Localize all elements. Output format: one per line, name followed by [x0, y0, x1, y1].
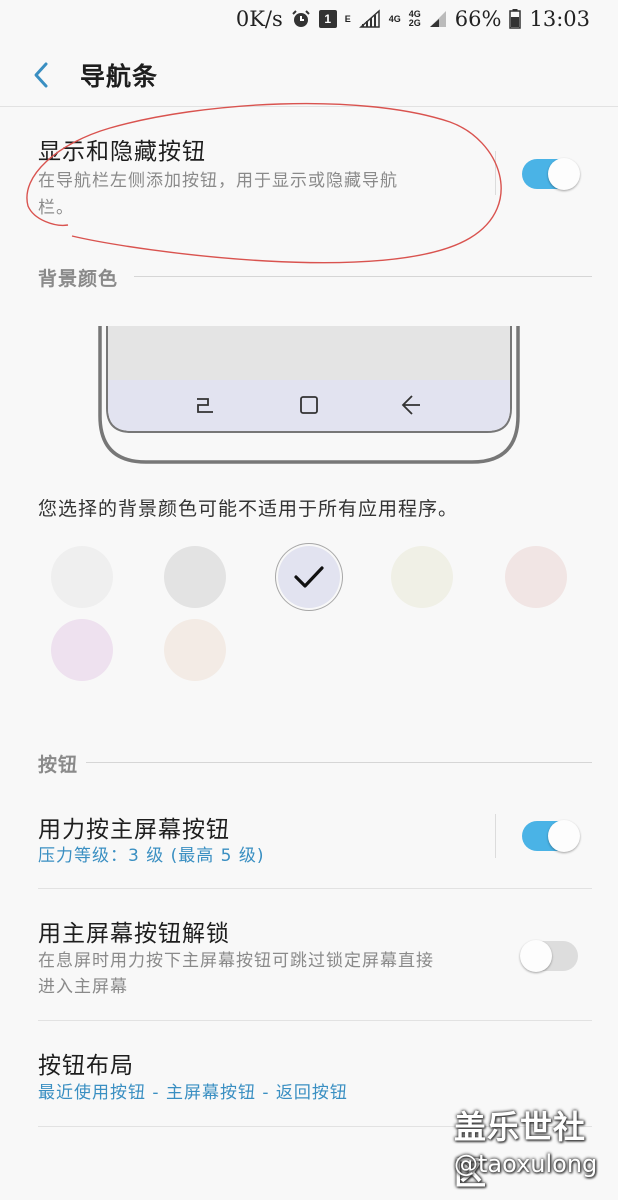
app-bar: 导航条 — [0, 44, 618, 106]
battery-percent: 66% — [454, 7, 502, 31]
section-divider — [86, 762, 592, 763]
unlock-subtitle-line2: 进入主屏幕 — [38, 977, 128, 997]
alarm-icon — [291, 9, 311, 29]
status-bar: 0K/s 1 E 4G 4G 2G 66% 13:03 — [0, 0, 618, 38]
button-layout-subtitle: 最近使用按钮 - 主屏幕按钮 - 返回按钮 — [38, 1083, 348, 1103]
show-hide-title: 显示和隐藏按钮 — [38, 139, 206, 165]
watermark-title: 盖乐世社区 — [454, 1108, 587, 1192]
section-divider — [134, 276, 592, 277]
press-home-toggle[interactable] — [522, 820, 580, 852]
battery-icon — [509, 9, 522, 29]
color-swatch-5[interactable] — [505, 546, 567, 608]
network-type-secondary-icon: 4G 2G — [408, 9, 421, 28]
toggle-knob — [520, 940, 552, 972]
background-color-note: 您选择的背景颜色可能不适用于所有应用程序。 — [38, 498, 459, 520]
background-color-header: 背景颜色 — [38, 268, 119, 290]
color-swatch-3[interactable] — [278, 546, 340, 608]
clock: 13:03 — [529, 7, 590, 31]
row-separator — [495, 151, 496, 195]
toggle-knob — [548, 820, 580, 852]
navbar-preview-image — [98, 326, 520, 464]
back-button[interactable] — [12, 45, 72, 105]
notification-badge-icon: 1 — [318, 10, 337, 28]
press-home-subtitle: 压力等级：3 级 (最高 5 级) — [38, 846, 265, 866]
color-swatch-2[interactable] — [164, 546, 226, 608]
press-home-button-row[interactable]: 用力按主屏幕按钮 压力等级：3 级 (最高 5 级) — [0, 790, 618, 888]
show-hide-toggle[interactable] — [522, 158, 580, 190]
buttons-section-header: 按钮 — [38, 754, 79, 776]
network-type-icon: 4G — [388, 13, 401, 24]
checkmark-icon — [294, 566, 324, 588]
show-hide-subtitle-line2: 栏。 — [38, 198, 74, 218]
network-speed: 0K/s — [235, 7, 283, 31]
show-hide-button-row[interactable]: 显示和隐藏按钮 在导航栏左侧添加按钮，用于显示或隐藏导航 栏。 — [0, 110, 618, 230]
row-divider — [38, 888, 592, 889]
row-separator — [495, 814, 496, 858]
header-divider — [0, 106, 618, 107]
press-home-title: 用力按主屏幕按钮 — [38, 817, 230, 843]
watermark-handle: @taoxulong — [454, 1150, 598, 1178]
unlock-title: 用主屏幕按钮解锁 — [38, 921, 230, 947]
network-e-label: E — [344, 13, 351, 24]
row-divider — [38, 1020, 592, 1021]
signal-secondary-icon — [429, 10, 447, 28]
color-swatch-4[interactable] — [391, 546, 453, 608]
signal-icon — [358, 9, 381, 29]
show-hide-subtitle-line1: 在导航栏左侧添加按钮，用于显示或隐藏导航 — [38, 171, 398, 191]
color-swatch-6[interactable] — [51, 619, 113, 681]
unlock-subtitle-line1: 在息屏时用力按下主屏幕按钮可跳过锁定屏幕直接 — [38, 951, 434, 971]
back-arrow-icon — [34, 62, 48, 88]
unlock-toggle[interactable] — [520, 940, 578, 972]
button-layout-title: 按钮布局 — [38, 1053, 134, 1079]
page-title: 导航条 — [80, 62, 159, 91]
color-swatch-7[interactable] — [164, 619, 226, 681]
toggle-knob — [548, 158, 580, 190]
home-button-unlock-row[interactable]: 用主屏幕按钮解锁 在息屏时用力按下主屏幕按钮可跳过锁定屏幕直接 进入主屏幕 — [0, 890, 618, 1020]
color-swatch-1[interactable] — [51, 546, 113, 608]
